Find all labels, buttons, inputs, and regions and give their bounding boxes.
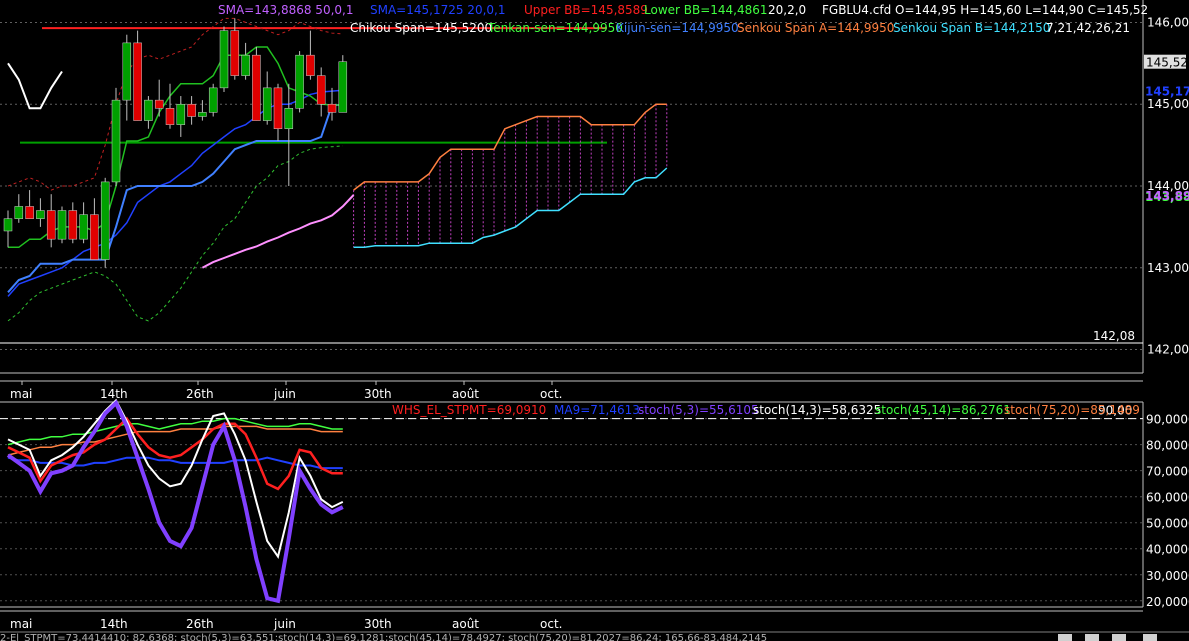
candle-body	[79, 214, 88, 240]
osc-tick-label: 60,0000	[1146, 491, 1189, 505]
osc-tick-label: 90,0000	[1146, 413, 1189, 427]
candle-body	[3, 218, 13, 232]
price-tick-label: 145,00	[1147, 97, 1189, 111]
legend-bb-params: 20,2,0	[768, 3, 806, 17]
candle-body	[25, 206, 34, 219]
legend-sma20: SMA=145,1725 20,0,1	[370, 3, 505, 17]
legend-whs: WHS_EL_STPMT=69,0910	[392, 403, 546, 417]
x-tick-label: 14th	[100, 617, 128, 631]
candle-body	[46, 210, 56, 240]
candle-body	[111, 99, 121, 183]
candle-body	[198, 112, 207, 117]
legend-ichimoku-params: 7,21,42,26,21	[1046, 21, 1130, 35]
price-tick-label: 143,00	[1147, 261, 1189, 275]
x-tick-label: 30th	[364, 387, 392, 401]
legend-stoch-75-20: stoch(75,20)=85,1489	[1004, 403, 1140, 417]
x-tick-label: mai	[10, 617, 32, 631]
x-tick-label: juin	[273, 617, 296, 631]
last-price-label: 145,52	[1146, 56, 1188, 70]
x-tick-label: août	[452, 387, 479, 401]
candle-body	[165, 108, 175, 125]
x-tick-label: 30th	[364, 617, 392, 631]
legend-stoch-5-3: stoch(5,3)=55,6105	[638, 403, 759, 417]
candle-body	[273, 87, 283, 130]
x-tick-label: mai	[10, 387, 32, 401]
candle-body	[316, 75, 326, 105]
candle-body	[338, 61, 348, 113]
legend-sma50: SMA=143,8868 50,0,1	[218, 3, 353, 17]
candle-body	[187, 103, 196, 117]
candle-body	[144, 99, 153, 121]
candle-body	[90, 214, 99, 260]
x-tick-label: 14th	[100, 387, 128, 401]
legend-senkou-b: Senkou Span B=144,2150	[893, 21, 1050, 35]
osc-tick-label: 80,0000	[1146, 439, 1189, 453]
candle-body	[252, 54, 261, 121]
candle-body	[100, 181, 110, 260]
candle-body	[154, 99, 164, 109]
x-tick-label: août	[452, 617, 479, 631]
candle-body	[327, 103, 337, 113]
x-tick-label: 26th	[186, 387, 214, 401]
legend-senkou-a: Senkou Span A=144,9950	[737, 21, 894, 35]
legend-tenkan: Tenkan-sen=144,9950	[487, 21, 623, 35]
scroll-right-button[interactable]	[1085, 634, 1099, 641]
legend-upper-bb: Upper BB=145,8589	[524, 3, 648, 17]
x-tick-label: juin	[273, 387, 296, 401]
x-tick-label: 26th	[186, 617, 214, 631]
candle-body	[36, 210, 45, 219]
candle-body	[295, 54, 304, 109]
osc-tick-label: 40,0000	[1146, 543, 1189, 557]
candle-body	[14, 206, 24, 219]
settings-button[interactable]	[1143, 634, 1157, 641]
candle-body	[219, 30, 229, 89]
candle-body	[122, 42, 132, 101]
candle-body	[230, 30, 240, 76]
legend-stoch-14-3: stoch(14,3)=58,6325	[753, 403, 881, 417]
legend-ohlc: FGBLU4.cfd O=144,95 H=145,60 L=144,90 C=…	[822, 3, 1148, 17]
osc-legend: WHS_EL_STPMT=69,0910 MA9=71,4613 stoch(5…	[392, 403, 1140, 417]
candle-body	[176, 103, 186, 125]
osc-tick-label: 50,0000	[1146, 517, 1189, 531]
legend-kijun: Kijun-sen=144,9950	[616, 21, 739, 35]
sma20-price-label: 145,17	[1145, 84, 1189, 98]
candle-body	[68, 210, 78, 240]
legend-lower-bb: Lower BB=144,4861	[644, 3, 768, 17]
legend-chikou: Chikou Span=145,5200	[350, 21, 492, 35]
legend-stoch-45-14: stoch(45,14)=86,2761	[875, 403, 1011, 417]
price-tick-label: 142,00	[1147, 343, 1189, 357]
candle-body	[57, 210, 67, 240]
scroll-left-button[interactable]	[1058, 634, 1072, 641]
legend-ma9: MA9=71,4613	[554, 403, 640, 417]
candle-body	[133, 42, 142, 121]
sma50-price-label: 143,89	[1145, 189, 1189, 203]
candle-body	[241, 54, 250, 76]
zoom-button[interactable]	[1112, 634, 1126, 641]
x-tick-label: oct.	[540, 387, 562, 401]
candle-body	[208, 87, 218, 113]
osc-tick-label: 30,0000	[1146, 569, 1189, 583]
candle-body	[284, 108, 294, 130]
status-text: 2-El_STPMT=73,4414410; 82,6368; stoch(5,…	[0, 633, 767, 641]
osc-tick-label: 70,0000	[1146, 465, 1189, 479]
price-tick-label: 146,00	[1147, 15, 1189, 29]
candle-body	[306, 54, 315, 76]
low-level-label: 142,08	[1093, 329, 1135, 343]
chart-canvas: 146,00145,00144,00143,00142,00142,08145,…	[0, 0, 1189, 641]
osc-tick-label: 20,0000	[1146, 595, 1189, 609]
x-tick-label: oct.	[540, 617, 562, 631]
candle-body	[262, 87, 272, 121]
